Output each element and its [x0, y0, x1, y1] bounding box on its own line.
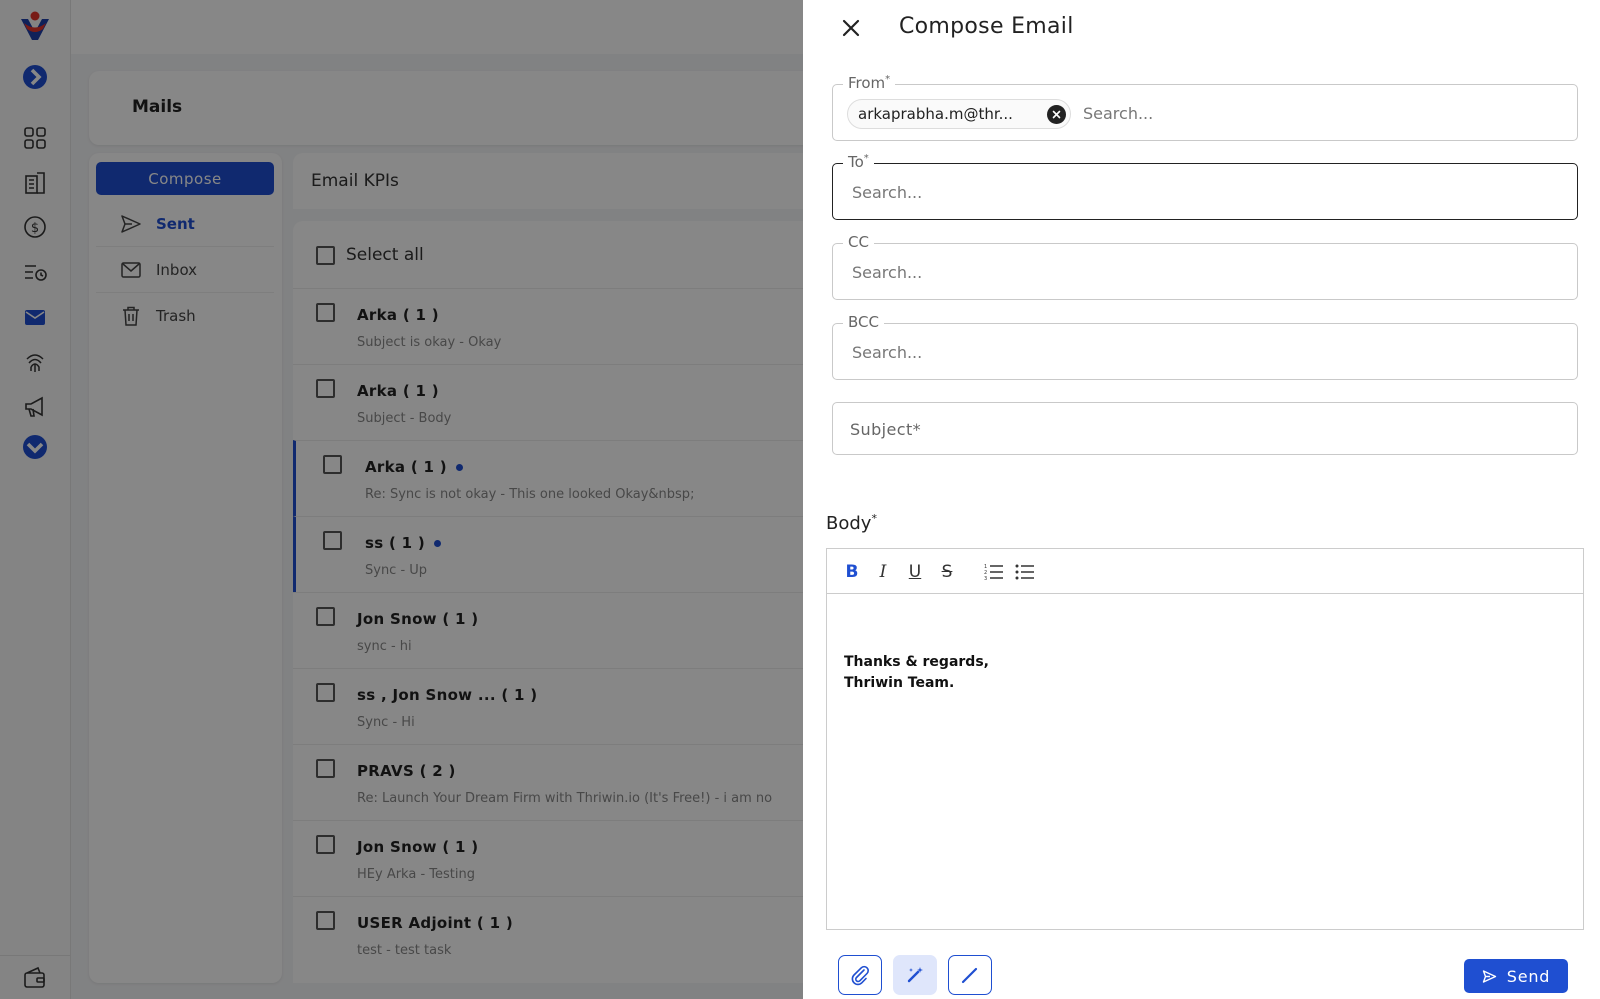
required-mark: *	[885, 74, 891, 85]
signature-line: Thanks & regards,	[844, 654, 989, 670]
subject-placeholder: Subject*	[850, 420, 921, 439]
send-label: Send	[1506, 966, 1551, 986]
italic-button[interactable]: I	[870, 559, 896, 585]
paperclip-icon	[851, 965, 869, 986]
bullet-list-button[interactable]	[1012, 559, 1038, 585]
editor-toolbar: B I U S 123	[827, 549, 1583, 594]
required-mark: *	[863, 153, 869, 164]
send-icon	[1482, 969, 1496, 983]
signature-edit-button[interactable]	[948, 955, 992, 995]
from-label-text: From	[848, 74, 886, 92]
subject-placeholder-text: Subject	[850, 420, 913, 439]
to-field[interactable]: To*	[832, 153, 1578, 220]
body-label-text: Body	[826, 513, 872, 534]
chip-remove-button[interactable]	[1047, 105, 1066, 124]
ai-assist-button[interactable]	[893, 955, 937, 995]
to-label: To*	[843, 153, 874, 171]
to-search-input[interactable]	[852, 180, 1552, 204]
close-icon	[1052, 110, 1061, 119]
body-label: Body*	[826, 512, 877, 534]
svg-text:3: 3	[984, 576, 987, 581]
cc-field[interactable]: CC	[832, 233, 1578, 300]
bcc-label: BCC	[843, 313, 884, 331]
compose-drawer: Compose Email From* arkaprabha.m@thr... …	[803, 0, 1600, 999]
to-label-text: To	[848, 153, 864, 171]
magic-wand-icon	[907, 967, 923, 983]
bullet-list-icon	[1015, 564, 1034, 580]
strikethrough-button[interactable]: S	[934, 559, 960, 585]
bcc-field[interactable]: BCC	[832, 313, 1578, 380]
required-mark: *	[871, 512, 877, 525]
bold-button[interactable]: B	[839, 559, 865, 585]
attach-button[interactable]	[838, 955, 882, 995]
signature-line: Thriwin Team.	[844, 675, 955, 691]
from-chip[interactable]: arkaprabha.m@thr...	[847, 99, 1071, 129]
from-field[interactable]: From* arkaprabha.m@thr...	[832, 74, 1578, 141]
cc-label: CC	[843, 233, 874, 251]
cc-search-input[interactable]	[852, 260, 1552, 284]
close-button[interactable]	[839, 16, 863, 40]
from-chip-text: arkaprabha.m@thr...	[858, 105, 1013, 123]
body-editor[interactable]: B I U S 123 Thanks & regards, Thriwin Te…	[826, 548, 1584, 930]
send-button[interactable]: Send	[1464, 959, 1568, 993]
from-label: From*	[843, 74, 896, 92]
signature: Thanks & regards, Thriwin Team.	[844, 652, 989, 694]
subject-field[interactable]: Subject*	[832, 402, 1578, 455]
pencil-icon	[961, 967, 978, 984]
from-search-input[interactable]	[1083, 101, 1553, 125]
ordered-list-icon: 123	[984, 564, 1003, 581]
bcc-search-input[interactable]	[852, 340, 1552, 364]
close-icon	[842, 19, 860, 37]
required-mark: *	[912, 420, 922, 439]
modal-backdrop[interactable]	[0, 0, 803, 999]
ordered-list-button[interactable]: 123	[981, 559, 1007, 585]
drawer-title: Compose Email	[899, 14, 1074, 39]
underline-button[interactable]: U	[902, 559, 928, 585]
